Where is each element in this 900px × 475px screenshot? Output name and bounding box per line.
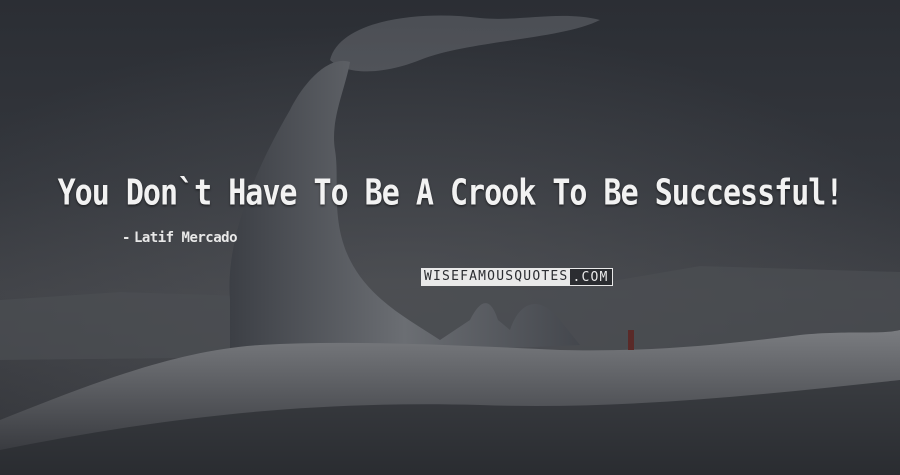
watermark-logo: WISEFAMOUSQUOTES .COM [421, 268, 613, 286]
author-line: - Latif Mercado [122, 230, 238, 246]
watermark-right: .COM [569, 268, 613, 286]
quote-text: You Don`t Have To Be A Crook To Be Succe… [57, 172, 844, 215]
author-dash: - [122, 230, 130, 246]
person-figure [628, 330, 634, 350]
author-name: Latif Mercado [133, 230, 238, 246]
quote-card: You Don`t Have To Be A Crook To Be Succe… [0, 0, 900, 475]
watermark-left: WISEFAMOUSQUOTES [421, 268, 570, 286]
